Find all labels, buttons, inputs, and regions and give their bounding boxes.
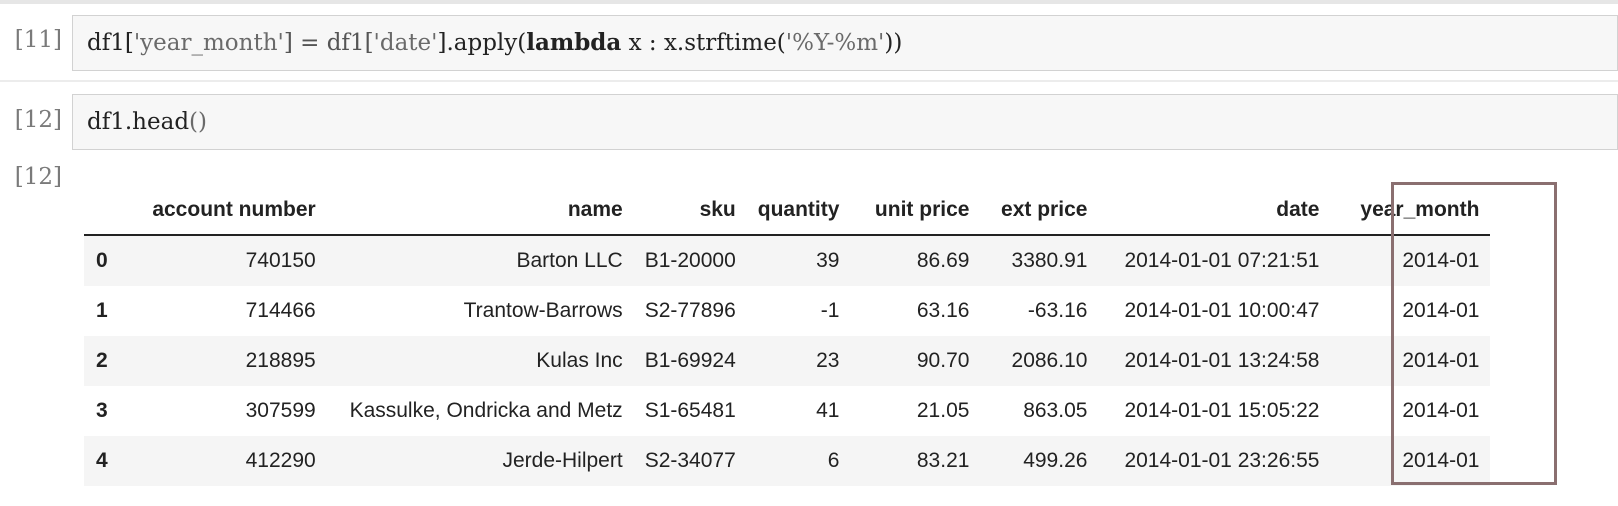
column-header-quantity: quantity	[746, 186, 851, 236]
cell-separator	[0, 80, 1618, 82]
code-parens: ()	[189, 109, 207, 135]
table-row: 1 714466 Trantow-Barrows S2-77896 -1 63.…	[84, 286, 1491, 336]
output-12-prompt: [12]	[14, 164, 62, 190]
code-string-date: 'date'	[373, 30, 438, 56]
cell-account-number: 740150	[118, 235, 327, 286]
table-row: 0 740150 Barton LLC B1-20000 39 86.69 33…	[84, 235, 1491, 286]
cell-date: 2014-01-01 15:05:22	[1098, 386, 1331, 436]
row-index: 0	[84, 235, 119, 286]
row-index: 1	[84, 286, 119, 336]
cell-unit-price: 90.70	[850, 336, 981, 386]
cell-year-month: 2014-01	[1330, 386, 1491, 436]
column-header-date: date	[1098, 186, 1331, 236]
code-token: ] = df1[	[283, 30, 374, 56]
cell-date: 2014-01-01 10:00:47	[1098, 286, 1331, 336]
row-index: 2	[84, 336, 119, 386]
column-header-index	[84, 186, 119, 236]
cell-quantity: -1	[746, 286, 851, 336]
table-row: 4 412290 Jerde-Hilpert S2-34077 6 83.21 …	[84, 436, 1491, 486]
cell-11-prompt: [11]	[14, 27, 62, 53]
cell-year-month: 2014-01	[1330, 336, 1491, 386]
cell-unit-price: 83.21	[850, 436, 981, 486]
code-token: ].apply(	[437, 30, 527, 56]
cell-date: 2014-01-01 13:24:58	[1098, 336, 1331, 386]
table-row: 3 307599 Kassulke, Ondricka and Metz S1-…	[84, 386, 1491, 436]
row-index: 4	[84, 436, 119, 486]
cell-name: Trantow-Barrows	[326, 286, 634, 336]
cell-quantity: 39	[746, 235, 851, 286]
cell-unit-price: 86.69	[850, 235, 981, 286]
cell-quantity: 41	[746, 386, 851, 436]
code-token: ))	[884, 30, 903, 56]
code-keyword-lambda: lambda	[526, 29, 622, 56]
cell-account-number: 307599	[118, 386, 327, 436]
cell-sku: S2-77896	[633, 286, 747, 336]
code-token: df1.head	[87, 109, 190, 135]
cell-account-number: 714466	[118, 286, 327, 336]
cell-name: Kulas Inc	[326, 336, 634, 386]
table-header-row: account number name sku quantity unit pr…	[84, 186, 1491, 236]
cell-date: 2014-01-01 23:26:55	[1098, 436, 1331, 486]
code-token: df1[	[87, 30, 134, 56]
cell-unit-price: 21.05	[850, 386, 981, 436]
row-index: 3	[84, 386, 119, 436]
column-header-ext-price: ext price	[980, 186, 1099, 236]
cell-ext-price: -63.16	[980, 286, 1099, 336]
cell-quantity: 23	[746, 336, 851, 386]
cell-sku: S1-65481	[633, 386, 747, 436]
cell-ext-price: 499.26	[980, 436, 1099, 486]
cell-ext-price: 863.05	[980, 386, 1099, 436]
cell-name: Jerde-Hilpert	[326, 436, 634, 486]
cell-12-code-input[interactable]: df1.head()	[72, 94, 1618, 150]
column-header-sku: sku	[633, 186, 747, 236]
cell-name: Barton LLC	[326, 235, 634, 286]
code-token: x : x.strftime(	[621, 30, 786, 56]
cell-sku: B1-69924	[633, 336, 747, 386]
cell-year-month: 2014-01	[1330, 235, 1491, 286]
cell-ext-price: 3380.91	[980, 235, 1099, 286]
cell-account-number: 412290	[118, 436, 327, 486]
cell-11-code-input[interactable]: df1['year_month'] = df1['date'].apply(la…	[72, 15, 1618, 71]
code-string-format: '%Y-%m'	[785, 30, 885, 56]
cell-year-month: 2014-01	[1330, 436, 1491, 486]
column-header-account-number: account number	[118, 186, 327, 236]
notebook-top-edge	[0, 0, 1618, 4]
column-header-year-month: year_month	[1330, 186, 1491, 236]
cell-year-month: 2014-01	[1330, 286, 1491, 336]
cell-date: 2014-01-01 07:21:51	[1098, 235, 1331, 286]
code-string-year-month: 'year_month'	[133, 30, 284, 56]
cell-sku: B1-20000	[633, 235, 747, 286]
cell-ext-price: 2086.10	[980, 336, 1099, 386]
cell-12-prompt: [12]	[14, 107, 62, 133]
column-header-unit-price: unit price	[850, 186, 981, 236]
cell-sku: S2-34077	[633, 436, 747, 486]
column-header-name: name	[326, 186, 634, 236]
cell-account-number: 218895	[118, 336, 327, 386]
cell-quantity: 6	[746, 436, 851, 486]
cell-unit-price: 63.16	[850, 286, 981, 336]
table-row: 2 218895 Kulas Inc B1-69924 23 90.70 208…	[84, 336, 1491, 386]
dataframe-output-table: account number name sku quantity unit pr…	[84, 186, 1491, 486]
cell-name: Kassulke, Ondricka and Metz	[326, 386, 634, 436]
